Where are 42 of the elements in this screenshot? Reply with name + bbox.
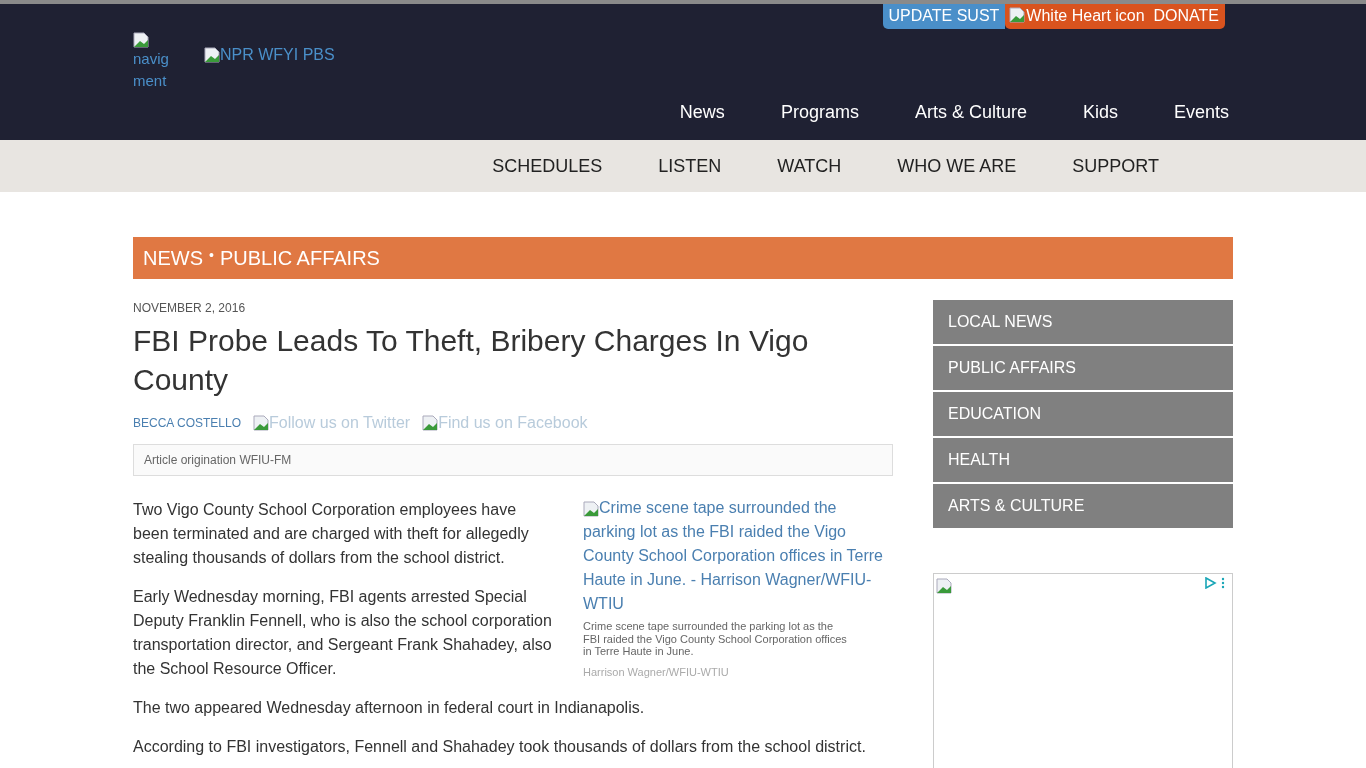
broken-image-icon [133,32,149,48]
image-credit: Harrison Wagner/WFIU-WTIU [583,664,730,680]
menu-image-alt[interactable]: navig ment [133,32,177,92]
image-caption: Crime scene tape surrounded the parking lot as the FBI raided the Vigo County School Corporation offices in Terre Haute in June. [583,620,848,658]
sidebar-link[interactable]: EDUCATION [933,392,1233,436]
broken-image-icon [936,577,952,594]
update-sustainer-button[interactable]: UPDATE SUST [882,4,1006,29]
image-alt-text: Crime scene tape surrounded the parking lot as the FBI raided the Vigo County School Corporation offices in Terre Haute in June. - Harrison Wagner/WFIU-WTIU [583,498,884,614]
article-paragraph: Early Wednesday morning, FBI agents arrested Special Deputy Franklin Fennell, who is also the school corporation transportation director, and Sergeant Frank Shahadey, also the School Resource Officer. [133,587,553,679]
broken-image-icon [1009,7,1026,23]
donate-button[interactable]: White Heart icon DONATE [1005,4,1225,29]
sub-nav-link[interactable]: LISTEN [658,155,722,177]
separator-dot: • [209,247,214,263]
origination-note: Article origination WFIU-FM [133,444,893,476]
sub-nav-link[interactable]: WHO WE ARE [897,155,1017,177]
author-link[interactable]: BECCA COSTELLO [133,416,242,430]
broken-image-icon [253,415,270,431]
article-title: FBI Probe Leads To Theft, Bribery Charges In Vigo County [133,323,810,398]
article-date: NOVEMBER 2, 2016 [133,301,247,315]
broken-image-icon [204,47,220,63]
sub-nav-link[interactable]: SCHEDULES [492,155,603,177]
sidebar-link[interactable]: HEALTH [933,438,1233,482]
logo-link[interactable]: NPR WFYI PBS [204,46,335,64]
main-nav-link[interactable]: Events [1173,102,1229,123]
menu-alt-text: navig ment [133,49,170,91]
sidebar-link[interactable]: ARTS & CULTURE [933,484,1233,528]
sub-nav-link[interactable]: WATCH [777,155,842,177]
article-paragraph: The two appeared Wednesday afternoon in federal court in Indianapolis. [133,698,646,718]
main-nav-link[interactable]: Programs [780,102,859,123]
ad-choices-icon[interactable] [1204,577,1226,589]
broken-image-icon [422,415,439,431]
main-nav-link[interactable]: Arts & Culture [914,102,1027,123]
article-paragraph: According to FBI investigators, Fennell and Shahadey took thousands of dollars from the school district. [133,737,867,757]
main-nav-link[interactable]: News [679,102,725,123]
article-paragraph: Two Vigo County School Corporation employees have been terminated and are charged with theft for allegedly stealing thousands of dollars from the school district. [133,500,530,568]
broken-image-icon [583,500,599,517]
main-nav-link[interactable]: Kids [1082,102,1118,123]
section-link[interactable]: NEWS [143,246,203,270]
sidebar-link[interactable]: PUBLIC AFFAIRS [933,346,1233,390]
section-link[interactable]: PUBLIC AFFAIRS [219,246,380,270]
sub-nav-link[interactable]: SUPPORT [1072,155,1159,177]
sidebar-link[interactable]: LOCAL NEWS [933,300,1233,344]
